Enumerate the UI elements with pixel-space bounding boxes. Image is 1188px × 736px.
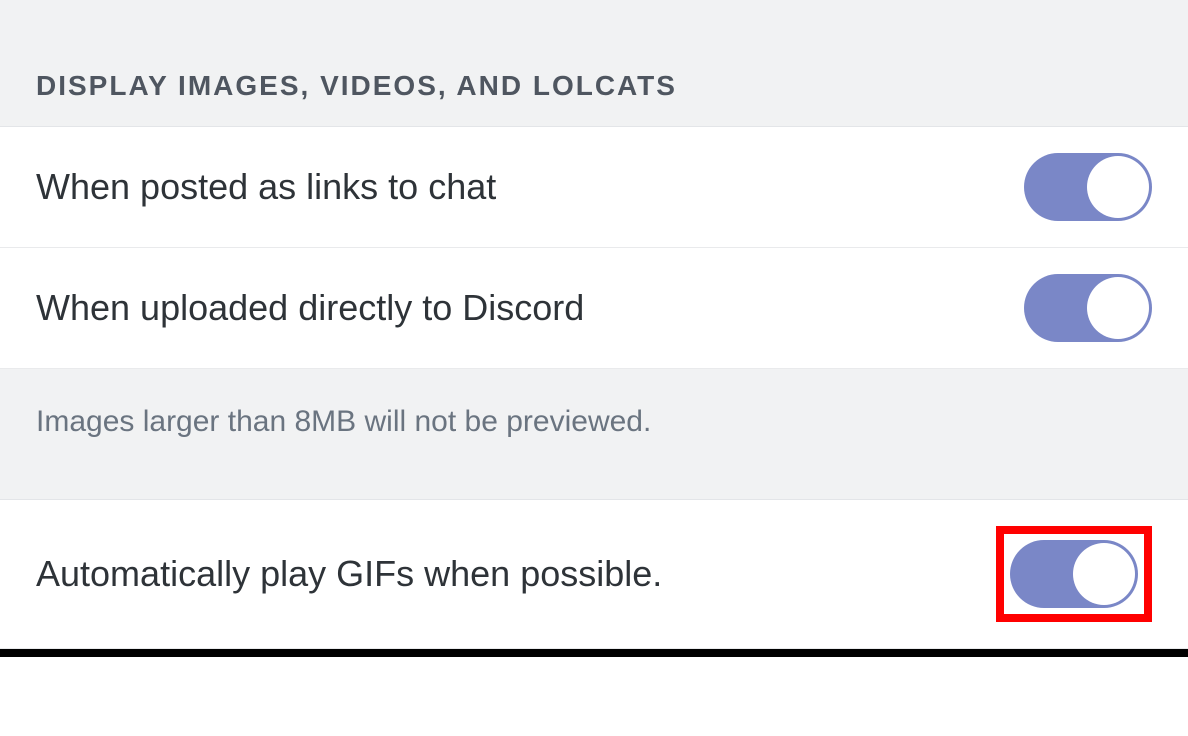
toggle-posted-as-links[interactable] (1024, 153, 1152, 221)
toggle-knob (1087, 277, 1149, 339)
note-block: Images larger than 8MB will not be previ… (0, 369, 1188, 500)
settings-panel: DISPLAY IMAGES, VIDEOS, AND LOLCATS When… (0, 0, 1188, 657)
toggle-autoplay-gifs[interactable] (1010, 540, 1138, 608)
section-header: DISPLAY IMAGES, VIDEOS, AND LOLCATS (0, 0, 1188, 127)
setting-row-autoplay-gifs: Automatically play GIFs when possible. (0, 500, 1188, 649)
setting-row-uploaded: When uploaded directly to Discord (0, 248, 1188, 369)
setting-label: Automatically play GIFs when possible. (36, 553, 662, 595)
toggle-knob (1087, 156, 1149, 218)
setting-label: When posted as links to chat (36, 166, 496, 208)
toggle-knob (1073, 543, 1135, 605)
note-text: Images larger than 8MB will not be previ… (36, 405, 651, 438)
toggle-uploaded-directly[interactable] (1024, 274, 1152, 342)
highlight-box (996, 526, 1152, 622)
setting-label: When uploaded directly to Discord (36, 287, 584, 329)
section-title: DISPLAY IMAGES, VIDEOS, AND LOLCATS (36, 70, 677, 101)
setting-row-links: When posted as links to chat (0, 127, 1188, 248)
bottom-bar (0, 649, 1188, 657)
